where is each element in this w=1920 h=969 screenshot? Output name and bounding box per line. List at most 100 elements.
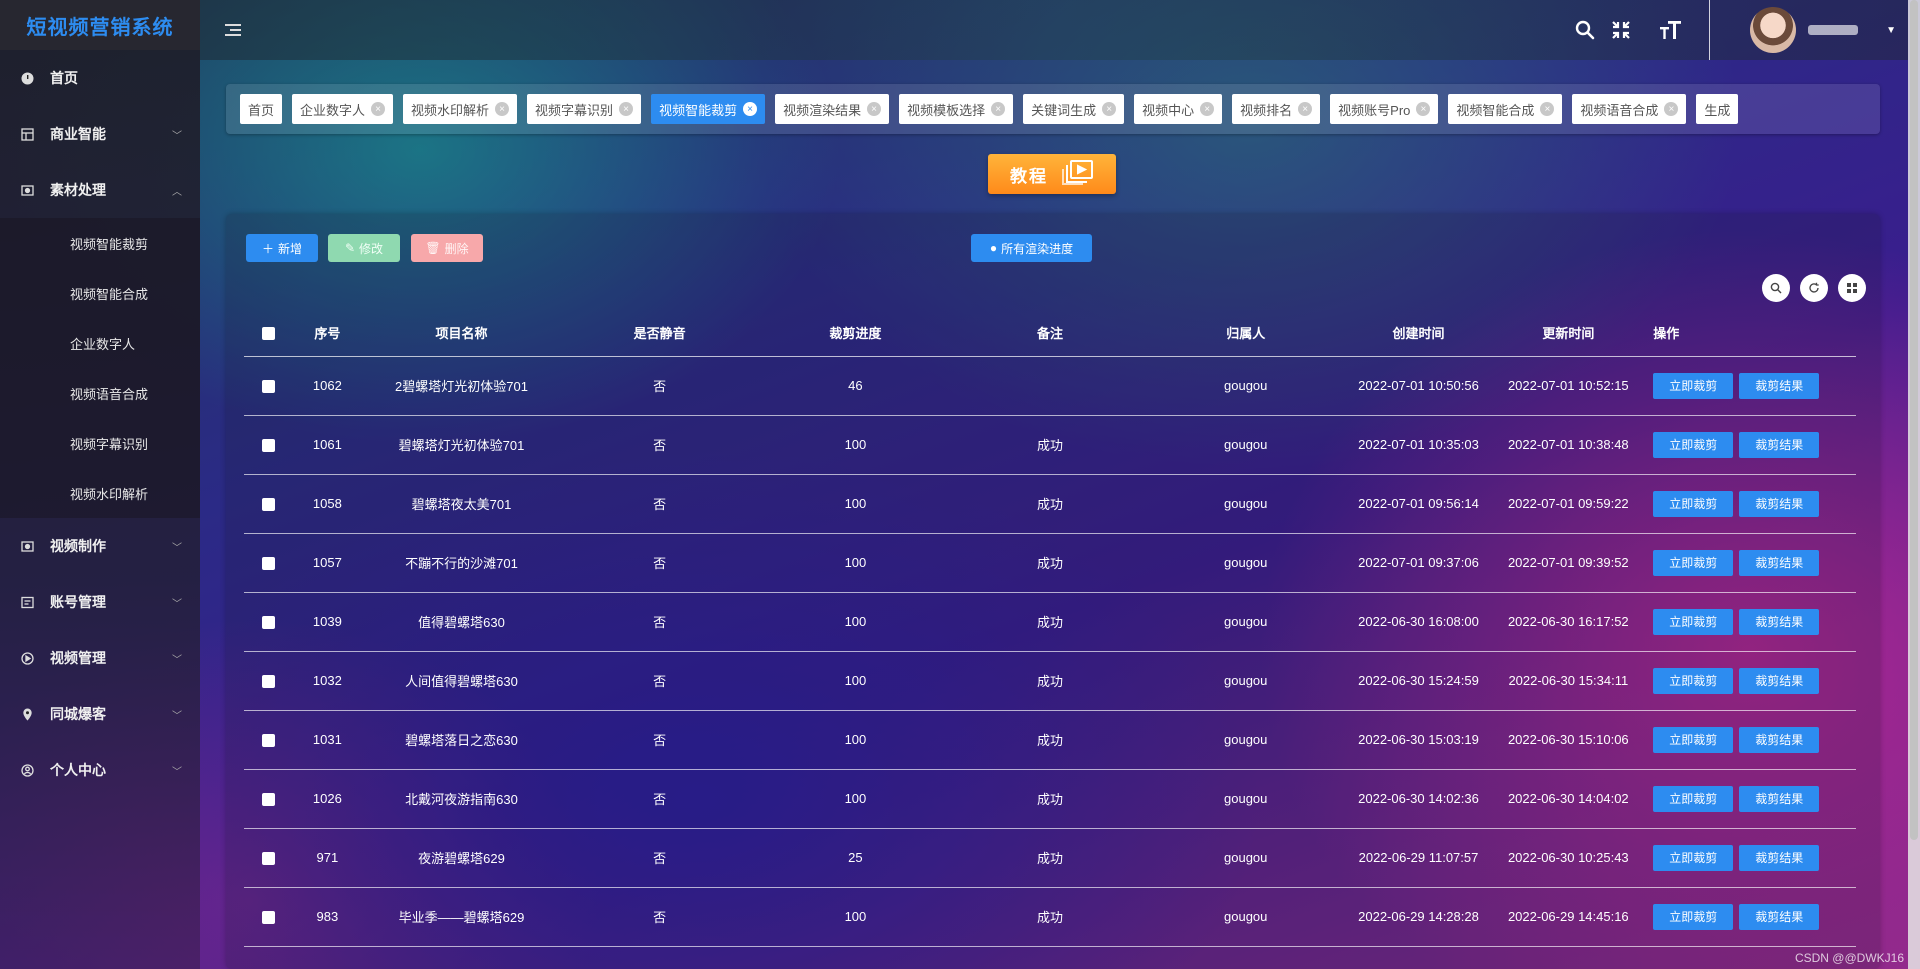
crop-now-button[interactable]: 立即裁剪: [1653, 549, 1734, 576]
tag-item[interactable]: 视频语音合成 ×: [1572, 94, 1687, 124]
font-size-icon[interactable]: [1653, 12, 1689, 48]
close-icon[interactable]: ×: [1102, 102, 1117, 116]
tag-item[interactable]: 视频中心 ×: [1134, 94, 1223, 124]
delete-button[interactable]: 🗑 删除: [411, 234, 483, 262]
avatar[interactable]: [1750, 7, 1797, 53]
sidebar-subitem[interactable]: 视频语音合成: [0, 368, 200, 418]
row-checkbox[interactable]: [261, 498, 275, 512]
close-icon[interactable]: ×: [1664, 102, 1679, 116]
tag-item[interactable]: 视频账号Pro ×: [1330, 94, 1439, 124]
crop-result-button[interactable]: 裁剪结果: [1739, 903, 1820, 930]
tag-item[interactable]: 视频智能裁剪 ×: [651, 94, 766, 124]
row-checkbox[interactable]: [261, 557, 275, 571]
sidebar-subitem[interactable]: 视频智能裁剪: [0, 218, 200, 268]
fullscreen-icon[interactable]: [1603, 12, 1639, 48]
row-checkbox-cell[interactable]: [244, 651, 293, 711]
close-icon[interactable]: ×: [619, 102, 634, 116]
crop-now-button[interactable]: 立即裁剪: [1653, 608, 1734, 635]
crop-result-button[interactable]: 裁剪结果: [1739, 785, 1820, 812]
row-checkbox-cell[interactable]: [244, 769, 293, 829]
menu-fold-icon[interactable]: [225, 20, 245, 40]
edit-button[interactable]: ✎ 修改: [328, 234, 400, 262]
sidebar-item[interactable]: 首页: [0, 50, 200, 106]
sidebar-subitem[interactable]: 视频水印解析: [0, 468, 200, 518]
search-icon[interactable]: [1567, 12, 1603, 48]
crop-now-button[interactable]: 立即裁剪: [1653, 726, 1734, 753]
sidebar-subitem[interactable]: 企业数字人: [0, 318, 200, 368]
row-checkbox[interactable]: [261, 911, 275, 925]
sidebar-item[interactable]: 商业智能 ﹀: [0, 106, 200, 162]
close-icon[interactable]: ×: [1416, 102, 1431, 116]
app-logo-title[interactable]: 短视频营销系统: [0, 0, 200, 50]
row-checkbox-cell[interactable]: [244, 828, 293, 888]
crop-now-button[interactable]: 立即裁剪: [1653, 844, 1734, 871]
sidebar-item[interactable]: 素材处理 ︿: [0, 162, 200, 218]
tag-item[interactable]: 视频模板选择 ×: [899, 94, 1014, 124]
tag-item[interactable]: 企业数字人 ×: [292, 94, 394, 124]
close-icon[interactable]: ×: [991, 102, 1006, 116]
crop-result-button[interactable]: 裁剪结果: [1739, 372, 1820, 399]
row-checkbox-cell[interactable]: [244, 592, 293, 652]
close-icon[interactable]: ×: [1200, 102, 1215, 116]
tag-item[interactable]: 关键词生成 ×: [1023, 94, 1125, 124]
close-icon[interactable]: ×: [1540, 102, 1555, 116]
row-checkbox-cell[interactable]: [244, 887, 293, 947]
refresh-icon[interactable]: [1800, 274, 1828, 302]
tag-item[interactable]: 视频字幕识别 ×: [527, 94, 642, 124]
crop-result-button[interactable]: 裁剪结果: [1739, 667, 1820, 694]
select-all-checkbox[interactable]: [261, 327, 275, 341]
close-icon[interactable]: ×: [743, 102, 758, 116]
crop-result-button[interactable]: 裁剪结果: [1739, 608, 1820, 635]
row-checkbox-cell[interactable]: [244, 356, 293, 416]
cell-progress: 100: [758, 887, 953, 947]
close-icon[interactable]: ×: [1298, 102, 1313, 116]
sidebar-item[interactable]: 视频管理 ﹀: [0, 630, 200, 686]
page-scrollbar[interactable]: [1908, 0, 1920, 969]
crop-now-button[interactable]: 立即裁剪: [1653, 667, 1734, 694]
row-checkbox-cell[interactable]: [244, 415, 293, 475]
sidebar-subitem[interactable]: 视频字幕识别: [0, 418, 200, 468]
sidebar-item[interactable]: 账号管理 ﹀: [0, 574, 200, 630]
scrollbar-thumb[interactable]: [1910, 0, 1918, 840]
tag-item[interactable]: 生成: [1696, 94, 1739, 124]
crop-now-button[interactable]: 立即裁剪: [1653, 785, 1734, 812]
columns-icon[interactable]: [1838, 274, 1866, 302]
tag-item[interactable]: 首页: [240, 94, 283, 124]
crop-now-button[interactable]: 立即裁剪: [1653, 903, 1734, 930]
row-checkbox[interactable]: [261, 380, 275, 394]
add-button[interactable]: ＋ 新增: [246, 234, 318, 262]
row-checkbox-cell[interactable]: [244, 533, 293, 593]
row-checkbox-cell[interactable]: [244, 474, 293, 534]
sidebar-subitem[interactable]: 视频智能合成: [0, 268, 200, 318]
close-icon[interactable]: ×: [495, 102, 510, 116]
sidebar-item[interactable]: 个人中心 ﹀: [0, 742, 200, 798]
row-checkbox[interactable]: [261, 616, 275, 630]
crop-result-button[interactable]: 裁剪结果: [1739, 490, 1820, 517]
sidebar-item[interactable]: 同城爆客 ﹀: [0, 686, 200, 742]
row-checkbox-cell[interactable]: [244, 710, 293, 770]
close-icon[interactable]: ×: [371, 102, 386, 116]
tag-item[interactable]: 视频排名 ×: [1232, 94, 1321, 124]
crop-result-button[interactable]: 裁剪结果: [1739, 726, 1820, 753]
crop-now-button[interactable]: 立即裁剪: [1653, 490, 1734, 517]
crop-result-button[interactable]: 裁剪结果: [1739, 844, 1820, 871]
table-search-icon[interactable]: [1762, 274, 1790, 302]
crop-now-button[interactable]: 立即裁剪: [1653, 431, 1734, 458]
tag-item[interactable]: 视频水印解析 ×: [403, 94, 518, 124]
tag-item[interactable]: 视频渲染结果 ×: [775, 94, 890, 124]
row-checkbox[interactable]: [261, 439, 275, 453]
tag-item[interactable]: 视频智能合成 ×: [1448, 94, 1563, 124]
row-checkbox[interactable]: [261, 852, 275, 866]
tutorial-button[interactable]: 教程: [988, 154, 1116, 194]
row-checkbox[interactable]: [261, 734, 275, 748]
crop-result-button[interactable]: 裁剪结果: [1739, 431, 1820, 458]
close-icon[interactable]: ×: [867, 102, 882, 116]
row-checkbox[interactable]: [261, 675, 275, 689]
row-checkbox[interactable]: [261, 793, 275, 807]
caret-down-icon[interactable]: ▼: [1886, 25, 1896, 36]
crop-now-button[interactable]: 立即裁剪: [1653, 372, 1734, 399]
select-all-checkbox-cell[interactable]: [244, 310, 293, 357]
sidebar-item[interactable]: 视频制作 ﹀: [0, 518, 200, 574]
crop-result-button[interactable]: 裁剪结果: [1739, 549, 1820, 576]
render-progress-button[interactable]: ● 所有渲染进度: [971, 234, 1092, 262]
